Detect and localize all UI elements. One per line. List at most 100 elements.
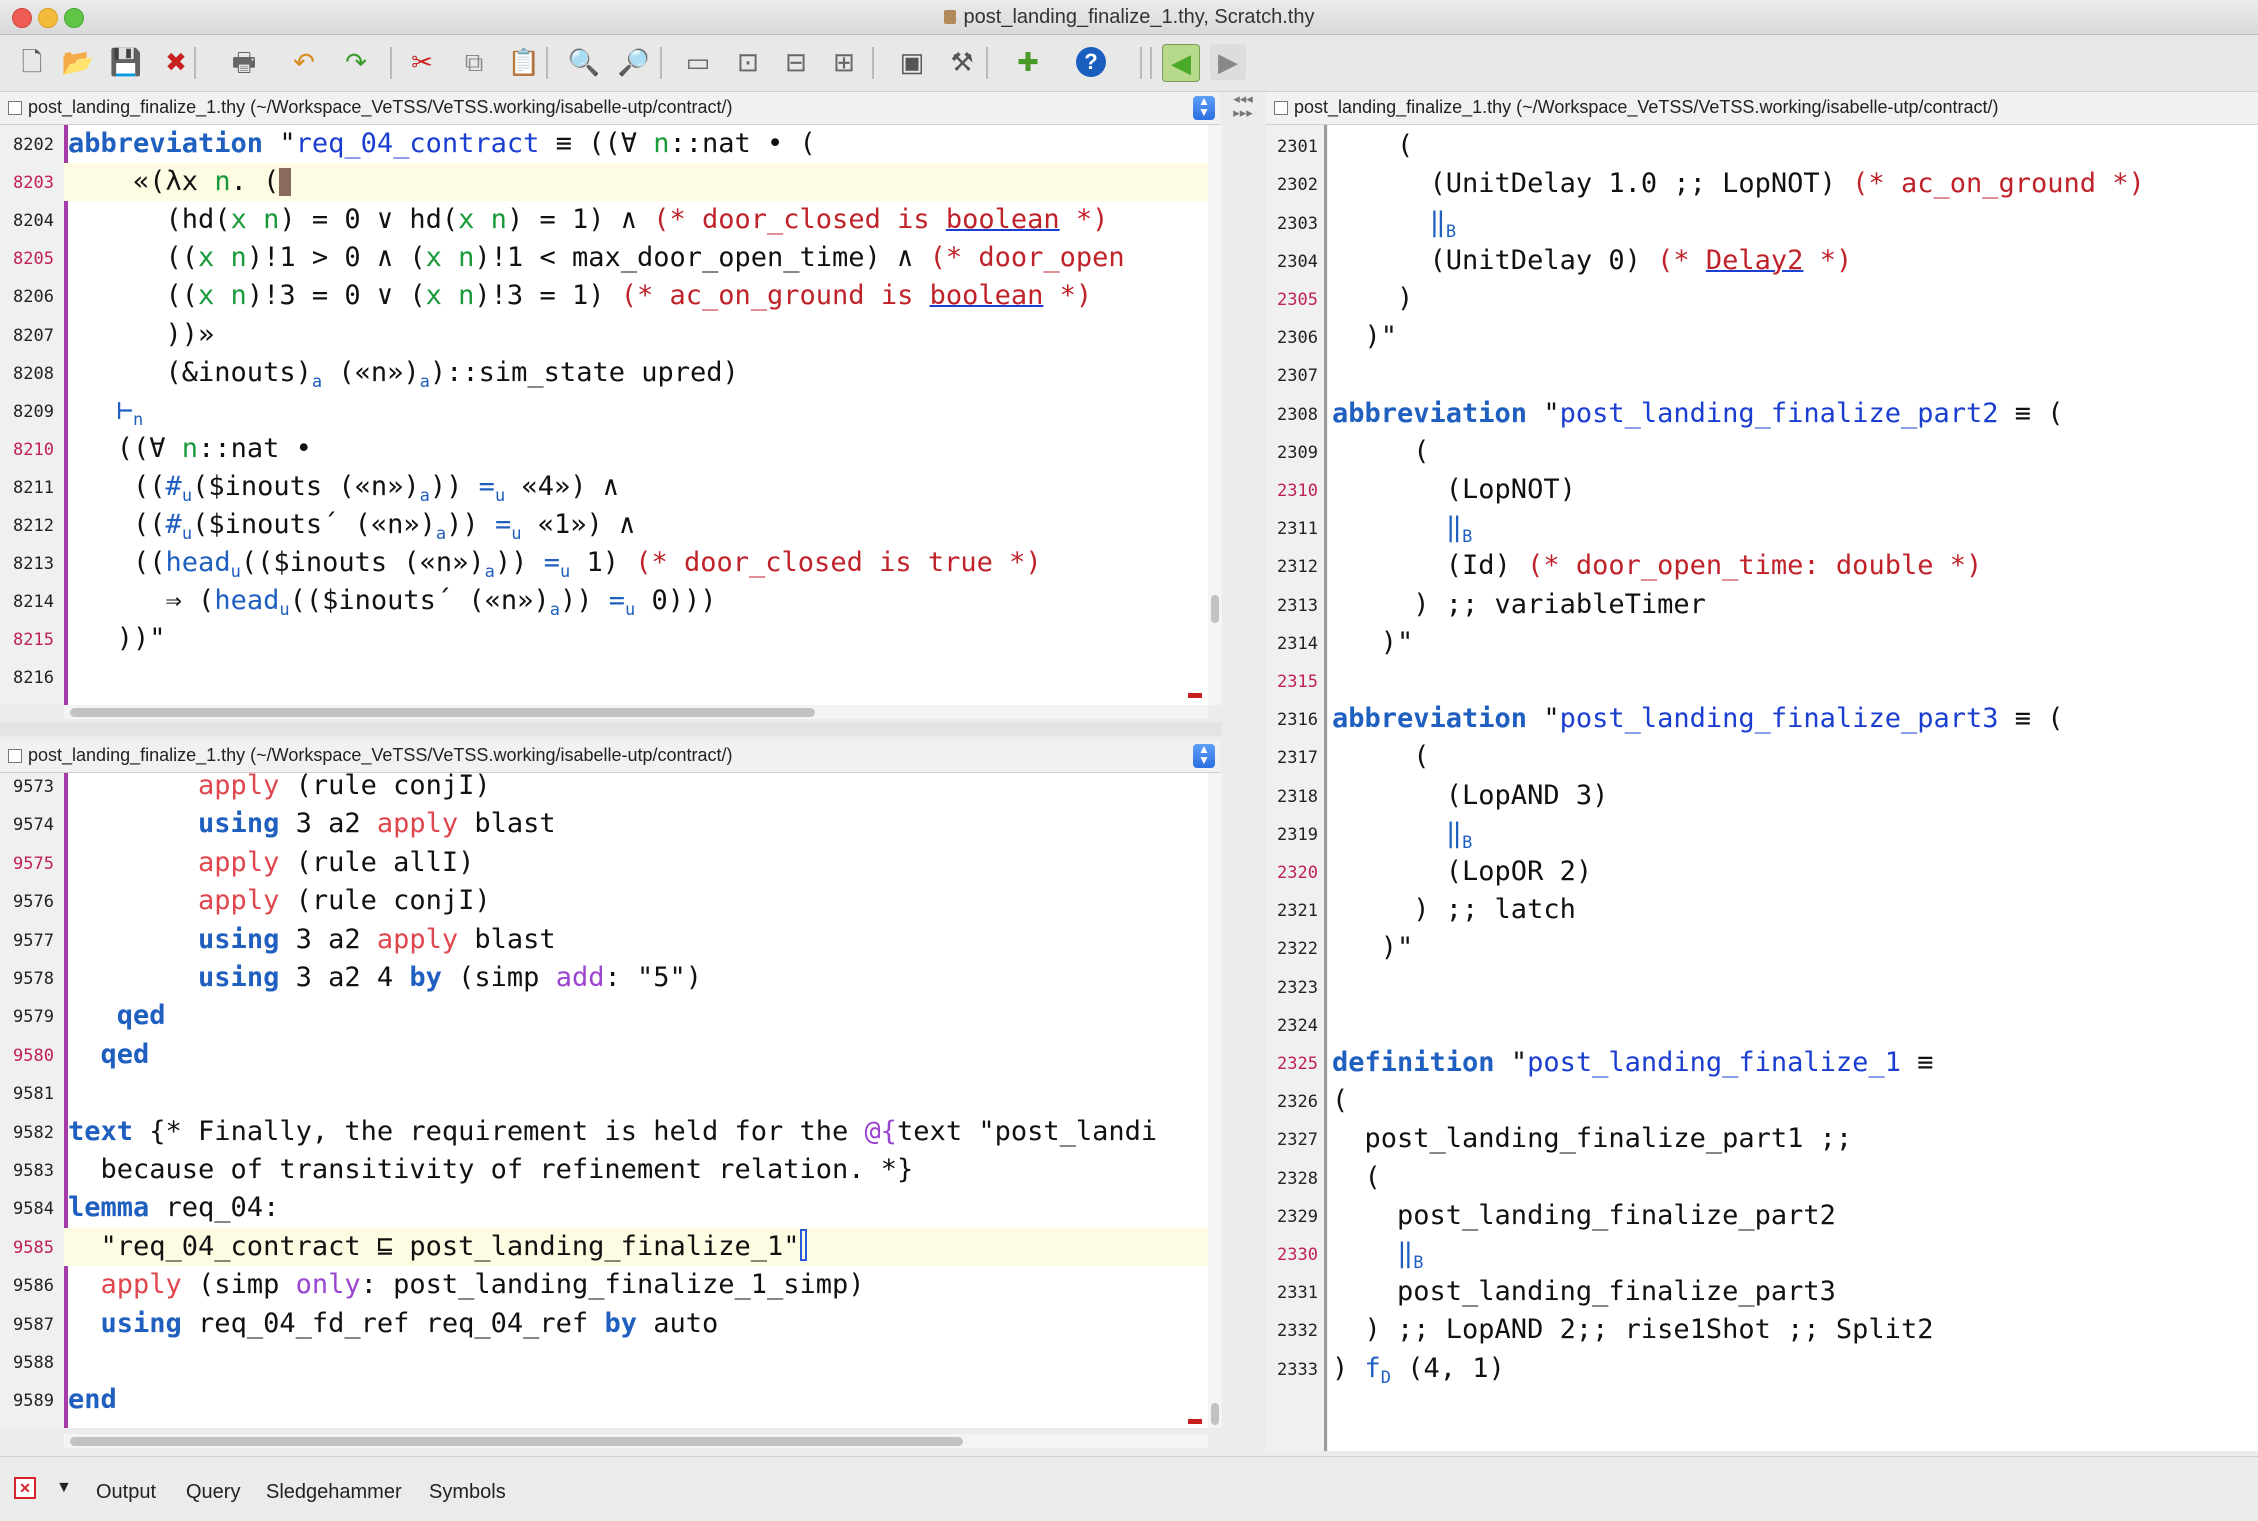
close-dock-icon[interactable]: ✕: [14, 1477, 36, 1499]
buffer-options-icon[interactable]: ▣: [894, 44, 930, 80]
split-horizontal-icon[interactable]: ⊟: [778, 44, 814, 80]
code-line[interactable]: qed: [68, 997, 1222, 1035]
code-line[interactable]: ))": [68, 620, 1222, 658]
code-line[interactable]: )": [1332, 318, 2258, 356]
find-icon[interactable]: 🔍: [566, 44, 602, 80]
code-line[interactable]: ‖B: [1332, 509, 2258, 547]
code-line[interactable]: (&inouts)a («n»)a)::sim_state upred): [68, 354, 1222, 392]
code-line[interactable]: [68, 1343, 1222, 1381]
unsplit-icon[interactable]: ⊡: [730, 44, 766, 80]
code-line[interactable]: apply (rule conjI): [68, 773, 1222, 805]
code-line[interactable]: )": [1332, 929, 2258, 967]
code-line[interactable]: ) ;; latch: [1332, 891, 2258, 929]
new-file-icon[interactable]: 🗋: [14, 44, 50, 80]
redo-icon[interactable]: ↷: [338, 44, 374, 80]
buffer-switcher-button[interactable]: ▲ ▼: [1193, 743, 1215, 768]
top-left-hscroll[interactable]: [64, 705, 1208, 719]
code-line[interactable]: ))»: [68, 316, 1222, 354]
code-line[interactable]: ‖B: [1332, 815, 2258, 853]
help-icon[interactable]: ?: [1076, 47, 1106, 77]
code-line[interactable]: ⇒ (headu(($inouts´ («n»)a)) =u 0))): [68, 582, 1222, 620]
code-line[interactable]: ((#u($inouts´ («n»)a)) =u «1») ∧: [68, 506, 1222, 544]
code-line[interactable]: (hd(x n) = 0 ∨ hd(x n) = 1) ∧ (* door_cl…: [68, 201, 1222, 239]
code-line[interactable]: «(λx n. (: [68, 163, 1222, 201]
copy-icon[interactable]: ⧉: [456, 44, 492, 80]
vertical-split-divider[interactable]: [1222, 125, 1266, 1451]
code-line[interactable]: (: [1332, 127, 2258, 165]
code-line[interactable]: abbreviation "req_04_contract ≡ ((∀ n::n…: [68, 125, 1222, 163]
split-handle-arrows[interactable]: ◂◂◂ ▸▸▸: [1222, 92, 1264, 124]
code-line[interactable]: end: [68, 1381, 1222, 1419]
back-icon[interactable]: ◀: [1162, 44, 1200, 82]
code-line[interactable]: post_landing_finalize_part3: [1332, 1273, 2258, 1311]
code-line[interactable]: (LopNOT): [1332, 471, 2258, 509]
code-line[interactable]: (Id) (* door_open_time: double *): [1332, 547, 2258, 585]
code-line[interactable]: ((#u($inouts («n»)a)) =u «4») ∧: [68, 468, 1222, 506]
print-icon[interactable]: 🖶: [226, 44, 262, 80]
code-line[interactable]: [1332, 1006, 2258, 1044]
code-line[interactable]: ((∀ n::nat •: [68, 430, 1222, 468]
code-line[interactable]: text {* Finally, the requirement is held…: [68, 1113, 1222, 1151]
code-line[interactable]: ‖B: [1332, 204, 2258, 242]
code-line[interactable]: ((x n)!1 > 0 ∧ (x n)!1 < max_door_open_t…: [68, 239, 1222, 277]
bottom-left-editor[interactable]: 9573 apply (rule conjI) 9574 using 3 a2 a…: [0, 773, 1222, 1428]
buffer-checkbox[interactable]: [8, 749, 22, 763]
code-line[interactable]: [68, 658, 1222, 696]
code-line[interactable]: ) ;; LopAND 2;; rise1Shot ;; Split2: [1332, 1311, 2258, 1349]
find-replace-icon[interactable]: 🔎: [616, 44, 652, 80]
code-line[interactable]: ): [1332, 280, 2258, 318]
close-file-icon[interactable]: ✖: [158, 44, 194, 80]
code-line[interactable]: using 3 a2 apply blast: [68, 805, 1222, 843]
code-line[interactable]: post_landing_finalize_part1 ;;: [1332, 1120, 2258, 1158]
tab-output[interactable]: Output: [96, 1481, 156, 1504]
bottom-left-hscroll[interactable]: [64, 1434, 1208, 1448]
error-marker[interactable]: [1188, 693, 1202, 698]
code-line[interactable]: (: [1332, 1082, 2258, 1120]
tab-sledgehammer[interactable]: Sledgehammer: [266, 1481, 402, 1504]
code-line[interactable]: lemma req_04:: [68, 1189, 1222, 1227]
code-line[interactable]: because of transitivity of refinement re…: [68, 1151, 1222, 1189]
code-line[interactable]: abbreviation "post_landing_finalize_part…: [1332, 700, 2258, 738]
code-line[interactable]: (UnitDelay 0) (* Delay2 *): [1332, 242, 2258, 280]
tab-symbols[interactable]: Symbols: [429, 1481, 506, 1504]
open-file-icon[interactable]: 📂: [60, 44, 96, 80]
global-options-icon[interactable]: ⚒: [944, 44, 980, 80]
code-line[interactable]: ) fD (4, 1): [1332, 1350, 2258, 1388]
buffer-checkbox[interactable]: [1274, 101, 1288, 115]
code-line[interactable]: ((x n)!3 = 0 ∨ (x n)!3 = 1) (* ac_on_gro…: [68, 277, 1222, 315]
code-line[interactable]: (LopAND 3): [1332, 777, 2258, 815]
top-left-vscroll[interactable]: [1208, 125, 1222, 705]
save-file-icon[interactable]: 💾: [108, 44, 144, 80]
code-line[interactable]: ⊢n: [68, 392, 1222, 430]
code-line[interactable]: ((headu(($inouts («n»)a)) =u 1) (* door_…: [68, 544, 1222, 582]
code-line[interactable]: ) ;; variableTimer: [1332, 586, 2258, 624]
code-line[interactable]: )": [1332, 624, 2258, 662]
right-editor[interactable]: 2300 ‖B2301 (2302 (UnitDelay 1.0 ;; LopN…: [1266, 125, 2258, 1451]
code-line[interactable]: definition "post_landing_finalize_1 ≡: [1332, 1044, 2258, 1082]
horizontal-split-handle[interactable]: [0, 722, 1222, 736]
code-line[interactable]: ‖B: [1332, 1235, 2258, 1273]
top-left-editor[interactable]: 8202 abbreviation "req_04_contract ≡ ((∀ …: [0, 125, 1222, 705]
code-line[interactable]: "req_04_contract ⊑ post_landing_finalize…: [68, 1228, 1222, 1266]
dock-menu-icon[interactable]: ▼: [56, 1479, 72, 1497]
error-marker[interactable]: [1188, 1419, 1202, 1424]
code-line[interactable]: using req_04_fd_ref req_04_ref by auto: [68, 1305, 1222, 1343]
code-line[interactable]: apply (simp only: post_landing_finalize_…: [68, 1266, 1222, 1304]
code-line[interactable]: [1332, 968, 2258, 1006]
code-line[interactable]: (: [1332, 1159, 2258, 1197]
code-line[interactable]: [68, 1074, 1222, 1112]
code-line[interactable]: (: [1332, 738, 2258, 776]
code-line[interactable]: (LopOR 2): [1332, 853, 2258, 891]
cut-icon[interactable]: ✂: [404, 44, 440, 80]
code-line[interactable]: (UnitDelay 1.0 ;; LopNOT) (* ac_on_groun…: [1332, 165, 2258, 203]
code-line[interactable]: (: [1332, 433, 2258, 471]
forward-icon[interactable]: ▶: [1210, 44, 1246, 80]
tab-query[interactable]: Query: [186, 1481, 240, 1504]
code-line[interactable]: apply (rule allI): [68, 844, 1222, 882]
code-line[interactable]: post_landing_finalize_part2: [1332, 1197, 2258, 1235]
code-line[interactable]: using 3 a2 4 by (simp add: "5"): [68, 959, 1222, 997]
plugin-manager-icon[interactable]: ✚: [1010, 44, 1046, 80]
code-line[interactable]: using 3 a2 apply blast: [68, 921, 1222, 959]
buffer-checkbox[interactable]: [8, 101, 22, 115]
new-view-icon[interactable]: ▭: [680, 44, 716, 80]
